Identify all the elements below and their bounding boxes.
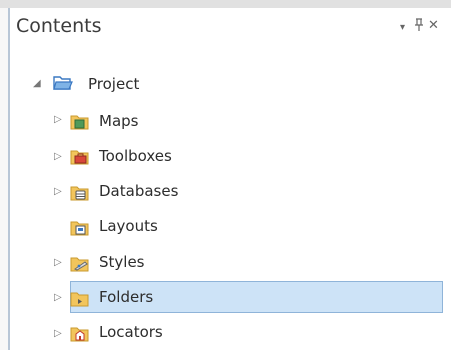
collapse-triangle-icon[interactable]: ◢ [33, 78, 41, 89]
tree-item-locators[interactable]: Locators [99, 323, 163, 341]
maps-folder-icon [70, 113, 89, 130]
tree-item-toolboxes[interactable]: Toolboxes [99, 147, 172, 165]
pane-options-dropdown-icon[interactable]: ▾ [400, 20, 405, 36]
tree-item-maps[interactable]: Maps [99, 112, 138, 130]
layouts-folder-icon [70, 219, 89, 236]
expand-arrow-icon[interactable]: ▷ [54, 328, 62, 339]
expand-arrow-icon[interactable]: ▷ [54, 151, 62, 162]
tree-item-layouts[interactable]: Layouts [99, 217, 158, 235]
databases-folder-icon [70, 184, 89, 201]
expand-arrow-icon[interactable]: ▷ [54, 292, 62, 303]
expand-arrow-icon[interactable]: ▷ [54, 114, 62, 125]
pin-icon[interactable] [414, 18, 424, 37]
styles-folder-icon [70, 255, 89, 272]
toolboxes-folder-icon [70, 148, 89, 165]
expand-arrow-icon[interactable]: ▷ [54, 186, 62, 197]
top-strip [0, 0, 451, 8]
tree-item-folders[interactable]: Folders [99, 288, 153, 306]
tree-item-databases[interactable]: Databases [99, 182, 178, 200]
tree-item-project[interactable]: Project [88, 75, 139, 93]
expand-arrow-icon[interactable]: ▷ [54, 257, 62, 268]
open-folder-icon [53, 74, 73, 90]
close-icon[interactable]: ✕ [428, 18, 439, 34]
locators-folder-icon [70, 325, 89, 342]
tree-item-styles[interactable]: Styles [99, 253, 145, 271]
pane-title: Contents [16, 15, 102, 37]
folders-folder-icon [70, 290, 89, 307]
left-edge [0, 8, 8, 350]
